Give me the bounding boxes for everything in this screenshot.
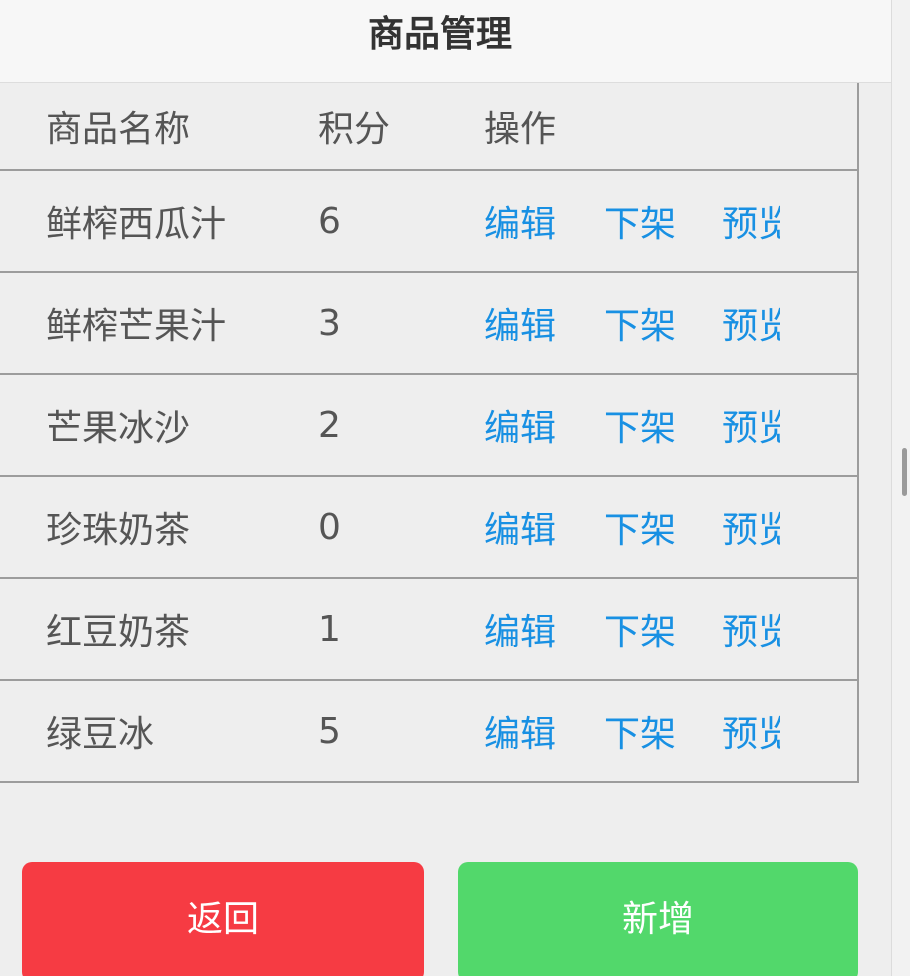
- product-points: 2: [318, 404, 341, 446]
- vertical-scrollbar[interactable]: [891, 0, 910, 976]
- table-row: 红豆奶茶 1 编辑 下架 预览: [0, 577, 857, 679]
- add-button[interactable]: 新增: [458, 862, 858, 976]
- product-points: 3: [318, 302, 341, 344]
- page-header: 商品管理: [0, 0, 892, 83]
- table-row: 鲜榨西瓜汁 6 编辑 下架 预览: [0, 169, 857, 271]
- column-header-actions: 操作: [484, 109, 557, 150]
- product-name: 绿豆冰: [46, 714, 155, 755]
- off-shelf-link[interactable]: 下架: [604, 171, 676, 271]
- preview-link[interactable]: 预览: [722, 375, 780, 475]
- scrollbar-thumb[interactable]: [902, 448, 907, 496]
- product-name: 鲜榨西瓜汁: [46, 204, 227, 245]
- product-name: 珍珠奶茶: [46, 510, 191, 551]
- preview-link[interactable]: 预览: [722, 273, 780, 373]
- edit-link[interactable]: 编辑: [484, 477, 556, 577]
- edit-link[interactable]: 编辑: [484, 171, 556, 271]
- table-row: 芒果冰沙 2 编辑 下架 预览: [0, 373, 857, 475]
- product-points: 5: [318, 710, 341, 752]
- product-points: 0: [318, 506, 341, 548]
- off-shelf-link[interactable]: 下架: [604, 681, 676, 781]
- app-window: 商品管理 商品名称 积分 操作 鲜榨西瓜汁 6 编辑 下架 预览 鲜榨芒果汁 3…: [0, 0, 910, 976]
- off-shelf-link[interactable]: 下架: [604, 477, 676, 577]
- back-button[interactable]: 返回: [22, 862, 424, 976]
- edit-link[interactable]: 编辑: [484, 681, 556, 781]
- product-name: 鲜榨芒果汁: [46, 306, 227, 347]
- product-points: 1: [318, 608, 341, 650]
- column-header-points: 积分: [318, 109, 391, 150]
- preview-link[interactable]: 预览: [722, 171, 780, 271]
- edit-link[interactable]: 编辑: [484, 579, 556, 679]
- table-row: 珍珠奶茶 0 编辑 下架 预览: [0, 475, 857, 577]
- product-table: 商品名称 积分 操作 鲜榨西瓜汁 6 编辑 下架 预览 鲜榨芒果汁 3 编辑 下…: [0, 83, 859, 783]
- column-header-name: 商品名称: [46, 109, 191, 150]
- table-header-row: 商品名称 积分 操作: [0, 83, 857, 169]
- edit-link[interactable]: 编辑: [484, 375, 556, 475]
- table-row: 绿豆冰 5 编辑 下架 预览: [0, 679, 857, 781]
- preview-link[interactable]: 预览: [722, 681, 780, 781]
- preview-link[interactable]: 预览: [722, 477, 780, 577]
- off-shelf-link[interactable]: 下架: [604, 579, 676, 679]
- product-name: 芒果冰沙: [46, 408, 191, 449]
- table-row: 鲜榨芒果汁 3 编辑 下架 预览: [0, 271, 857, 373]
- edit-link[interactable]: 编辑: [484, 273, 556, 373]
- off-shelf-link[interactable]: 下架: [604, 273, 676, 373]
- off-shelf-link[interactable]: 下架: [604, 375, 676, 475]
- page-title: 商品管理: [367, 14, 512, 55]
- product-name: 红豆奶茶: [46, 612, 191, 653]
- product-points: 6: [318, 200, 341, 242]
- preview-link[interactable]: 预览: [722, 579, 780, 679]
